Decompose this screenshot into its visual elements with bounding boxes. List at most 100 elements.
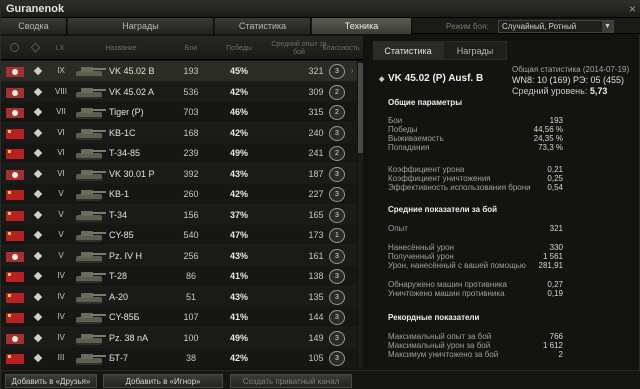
vehicle-name: T-34 [109,209,128,220]
create-channel-button[interactable]: Создать приватный канал [230,374,352,388]
stat-value-battles: 193 [549,116,563,125]
tier-header[interactable]: LX [51,45,69,53]
vehicle-battles: 703 [183,107,199,117]
nation-flag-icon [6,87,24,98]
section-records: Рекордные показатели [388,313,480,322]
tank-icon [76,210,106,222]
stat-value-assist: 281,91 [538,261,563,270]
wins-header[interactable]: Победы [219,45,259,53]
wn8-rating: WN8: 10 (169) РЭ: 05 (455) [512,75,625,85]
battle-mode-value: Случайный, Ротный [502,22,577,31]
tank-icon [76,292,106,304]
vehicle-tier: VI [57,168,65,178]
close-icon[interactable]: × [629,2,636,16]
add-friend-button[interactable]: Добавить в «Друзья» [5,374,97,388]
vehicle-type-icon [33,107,43,117]
vehicle-row[interactable]: IX VK 45.02 B 193 45% 321 3 › [1,61,357,82]
vehicle-battles: 156 [183,209,199,220]
nation-flag-icon [6,67,24,77]
tank-icon [76,251,106,263]
vehicle-tier: IV [57,291,65,301]
vehicle-row[interactable]: VI T-34-85 239 49% 241 2 [1,143,357,164]
vehicle-row[interactable]: IV CY-85Б 107 41% 144 3 [1,307,357,328]
tank-icon [76,354,106,365]
tank-icon [76,108,106,119]
tank-icon [76,190,106,201]
vehicle-type-icon [33,189,43,199]
stat-value-destroyed: 0,19 [547,289,563,298]
panel-tab-awards[interactable]: Награды [443,41,507,60]
nation-flag-icon [6,272,24,282]
stat-value-survival: 24,35 % [533,134,563,143]
panel-tab-statistics[interactable]: Статистика [373,41,443,60]
mastery-header[interactable]: Классность [319,45,363,53]
vehicle-row[interactable]: V Pz. IV H 256 43% 161 3 [1,245,357,267]
vehicle-battles: 239 [183,148,199,158]
stat-label-max-xp: Максимальный опыт за бой [388,332,492,341]
vehicle-type-icon [33,66,43,76]
vehicle-type-icon [33,148,43,158]
stat-value-max-kills: 2 [558,350,563,359]
vehicle-wins: 41% [229,312,248,322]
vehicle-row[interactable]: IV T-28 86 41% 138 3 [1,266,357,287]
add-ignore-button[interactable]: Добавить в «Игнор» [103,374,223,388]
vehicle-row[interactable]: VIII VK 45.02 A 536 42% 309 2 [1,81,357,103]
stat-value-dmg-dealt: 330 [549,243,563,252]
tab-statistics[interactable]: Статистика [215,18,311,34]
tab-vehicles[interactable]: Техника [312,18,412,34]
vehicle-type-icon [33,230,43,240]
vehicle-type-icon [33,251,43,260]
tab-awards[interactable]: Награды [68,18,214,34]
section-per-battle: Средние показатели за бой [388,205,498,214]
vehicle-wins: 37% [229,209,248,220]
vehicle-battles: 536 [183,86,199,97]
tank-icon [76,128,106,140]
vehicle-name: Pz. 38 nA [109,332,149,343]
stat-value-spotted: 0,27 [547,280,563,289]
tank-icon [76,231,106,242]
vehicle-wins: 42% [229,86,248,97]
vehicle-name: VK 45.02 B [109,66,155,76]
vehicle-table-header: LX Название Бои Победы Средний опыт за б… [1,36,363,60]
battles-header[interactable]: Бои [171,45,211,53]
vehicle-name: VK 45.02 A [109,86,155,97]
nation-sort-icon[interactable] [10,43,19,52]
stat-label-armor-eff: Эффективность использования брони [388,183,531,192]
vehicle-tier: III [57,353,65,362]
nation-flag-icon [6,354,24,364]
vehicle-row[interactable]: VII Tiger (P) 703 46% 315 2 [1,102,357,123]
average-level-label: Средний уровень: [512,86,588,96]
battle-mode-select[interactable]: Случайный, Ротный ▼ [498,20,614,33]
vehicle-row[interactable]: V CY-85 540 47% 173 1 [1,225,357,246]
tank-icon [76,313,106,324]
vehicle-wins: 46% [229,107,248,117]
vehicle-tier: V [58,230,64,239]
stat-label-battles: Бои [388,116,403,125]
vehicle-row[interactable]: III БТ-7 38 42% 105 3 [1,348,357,368]
vehicle-wins: 41% [229,271,248,281]
tank-icon [76,149,106,160]
nation-flag-icon [6,108,24,118]
mastery-badge-icon: 1 [329,228,345,243]
vehicle-row[interactable]: V T-34 156 37% 165 3 [1,204,357,226]
vehicle-row[interactable]: IV Pz. 38 nA 100 49% 149 3 [1,327,357,349]
vehicle-tier: VIII [54,86,67,96]
vehicle-battles: 168 [183,127,199,138]
stat-value-hits: 73,3 % [538,143,563,152]
name-header[interactable]: Название [91,45,151,53]
vehicle-row[interactable]: V KB-1 260 42% 227 3 [1,184,357,205]
nation-flag-icon [6,333,24,344]
vehicle-row[interactable]: VI VK 30.01 P 392 43% 187 3 [1,163,357,185]
vehicle-wins: 47% [229,230,248,240]
type-sort-icon[interactable] [30,42,41,53]
vehicle-row[interactable]: IV A-20 51 43% 135 3 [1,286,357,308]
vehicle-type-icon [33,87,43,96]
mastery-badge-icon: 3 [329,310,345,325]
vehicle-battles: 392 [183,168,199,179]
scrollbar-thumb[interactable] [358,63,363,153]
nation-flag-icon [6,292,24,303]
mastery-badge-icon: 2 [329,84,345,100]
vehicle-row[interactable]: VI KB-1C 168 42% 240 3 [1,122,357,144]
general-stat-date: Общая статистика (2014-07-19) [512,65,630,74]
tab-summary[interactable]: Сводка [1,18,67,34]
